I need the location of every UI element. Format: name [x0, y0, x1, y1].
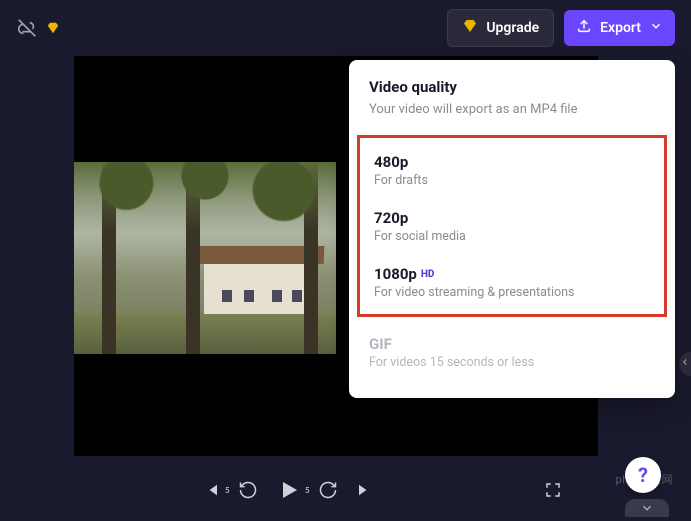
- option-title: 720p: [374, 209, 408, 227]
- export-quality-dropdown: Video quality Your video will export as …: [349, 60, 675, 398]
- option-title: GIF: [369, 335, 655, 353]
- quality-option-gif[interactable]: GIF For videos 15 seconds or less: [349, 325, 675, 380]
- annotation-highlight: 480p For drafts 720p For social media 10…: [357, 135, 667, 317]
- cloud-off-icon[interactable]: [16, 17, 38, 39]
- video-frame: [74, 162, 336, 354]
- upgrade-label: Upgrade: [486, 20, 539, 36]
- skip-start-icon[interactable]: [202, 481, 220, 499]
- export-label: Export: [600, 20, 641, 36]
- topbar-right: Upgrade Export: [447, 9, 675, 47]
- topbar-left: [16, 17, 60, 39]
- upgrade-button[interactable]: Upgrade: [447, 9, 554, 47]
- option-subtitle: For videos 15 seconds or less: [369, 355, 655, 370]
- fullscreen-icon[interactable]: [544, 481, 562, 499]
- option-title: 1080p HD: [374, 265, 434, 283]
- help-icon: ?: [638, 463, 648, 487]
- hd-badge: HD: [421, 269, 435, 280]
- topbar: Upgrade Export: [0, 0, 691, 56]
- option-subtitle: For video streaming & presentations: [374, 285, 650, 300]
- scroll-down-button[interactable]: [625, 499, 669, 517]
- quality-option-720p[interactable]: 720p For social media: [360, 198, 664, 254]
- rewind-5-icon[interactable]: 5: [238, 480, 258, 500]
- dropdown-subtitle: Your video will export as an MP4 file: [369, 102, 655, 117]
- help-button[interactable]: ?: [625, 457, 661, 493]
- upload-icon: [576, 18, 592, 38]
- quality-option-480p[interactable]: 480p For drafts: [360, 142, 664, 198]
- player-controls: 5 5: [74, 468, 598, 512]
- quality-option-1080p[interactable]: 1080p HD For video streaming & presentat…: [360, 254, 664, 310]
- option-title: 480p: [374, 153, 408, 171]
- side-panel-toggle[interactable]: [679, 352, 691, 376]
- option-subtitle: For social media: [374, 229, 650, 244]
- skip-end-icon[interactable]: [356, 481, 374, 499]
- export-button[interactable]: Export: [564, 10, 675, 46]
- dropdown-header: Video quality Your video will export as …: [349, 78, 675, 129]
- dropdown-title: Video quality: [369, 78, 655, 96]
- forward-5-icon[interactable]: 5: [318, 480, 338, 500]
- diamond-icon: [462, 18, 478, 38]
- chevron-down-icon: [649, 19, 663, 37]
- play-icon[interactable]: [276, 478, 300, 502]
- option-subtitle: For drafts: [374, 173, 650, 188]
- diamond-icon: [46, 21, 60, 35]
